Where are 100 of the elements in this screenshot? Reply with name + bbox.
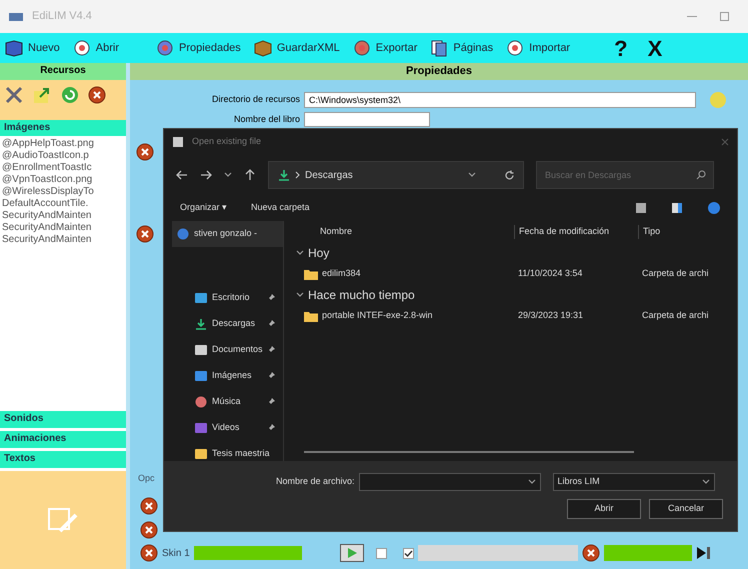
delete-icon[interactable] (136, 225, 154, 243)
user-icon (176, 228, 190, 240)
column-header[interactable]: Tipo (638, 225, 660, 239)
tools-icon[interactable] (4, 85, 24, 105)
resource-item[interactable]: @EnrollmentToastIc (2, 162, 124, 174)
search-icon (696, 170, 706, 180)
resource-item[interactable]: @AppHelpToast.png (2, 138, 124, 150)
file-row[interactable]: edilim384 11/10/2024 3:54 Carpeta de archi (296, 263, 737, 285)
book-icon (4, 39, 24, 57)
app-icon (172, 136, 184, 148)
delete-icon[interactable] (136, 143, 154, 161)
file-row[interactable]: portable INTEF-exe-2.8-win 29/3/2023 19:31 Carpeta de archi (296, 305, 737, 327)
toolbar-button[interactable]: Nuevo (4, 39, 60, 57)
nav-item[interactable]: Escritorio (172, 285, 283, 311)
play-icon (346, 547, 358, 559)
delete-icon[interactable] (140, 544, 158, 562)
organize-button[interactable]: Organizar ▾ (180, 201, 228, 215)
window-title: EdiLIM V4.4 (32, 9, 92, 24)
video-icon (194, 422, 208, 434)
toolbar-button[interactable]: Propiedades (155, 39, 241, 57)
nav-item[interactable]: Videos (172, 415, 283, 441)
back-arrow-icon[interactable] (176, 169, 188, 181)
delete-icon[interactable] (88, 86, 106, 104)
resource-item[interactable]: SecurityAndMainten (2, 234, 124, 246)
arrow-icon[interactable] (32, 85, 52, 105)
delete-icon[interactable] (140, 521, 158, 539)
document-icon (194, 344, 208, 356)
skin-label: Skin 1 (162, 546, 190, 560)
collapse-chevron-icon[interactable] (296, 292, 304, 298)
section-tab[interactable]: Imágenes (0, 120, 126, 136)
cancel-button[interactable]: Cancelar (649, 499, 723, 519)
resource-item[interactable]: SecurityAndMainten (2, 222, 124, 234)
panel-header: Recursos (0, 63, 126, 80)
resource-item[interactable]: @WirelessDisplayTo (2, 186, 124, 198)
download-icon (194, 318, 208, 330)
recent-chevron-icon[interactable] (224, 172, 232, 178)
view-icon[interactable] (635, 202, 647, 214)
dropdown-icon[interactable] (528, 479, 536, 485)
nav-item[interactable]: stiven gonzalo - (172, 221, 283, 247)
up-arrow-icon[interactable] (244, 169, 256, 181)
resource-item[interactable]: @AudioToastIcon.p (2, 150, 124, 162)
play-button[interactable] (340, 544, 364, 562)
resource-item[interactable]: DefaultAccountTile. (2, 198, 124, 210)
dialog-title: Open existing file (192, 135, 262, 148)
field-label: Nombre del libro (232, 112, 300, 126)
new-folder-button[interactable]: Nueva carpeta (251, 201, 310, 215)
nav-item[interactable]: Tesis maestria (172, 441, 283, 461)
chevron-right-icon (295, 171, 301, 179)
nav-item[interactable]: Imágenes (172, 363, 283, 389)
info-icon[interactable] (707, 201, 721, 215)
image-icon (194, 370, 208, 382)
close-button[interactable]: X (648, 32, 662, 64)
column-header[interactable]: Fecha de modificación (514, 225, 638, 239)
panel-header: Propiedades (130, 63, 748, 80)
nav-item[interactable]: Documentos (172, 337, 283, 363)
delete-icon[interactable] (140, 497, 158, 515)
book-name-field[interactable] (304, 112, 430, 127)
pin-icon (267, 294, 275, 302)
play-next-icon[interactable] (696, 546, 712, 560)
help-button[interactable]: ? (614, 32, 628, 64)
nav-item[interactable]: Descargas (172, 311, 283, 337)
section-tab[interactable]: Sonidos (0, 411, 126, 428)
path-text: Descargas (305, 168, 353, 182)
group-header[interactable]: Hace mucho tiempo (308, 286, 415, 304)
refresh-icon[interactable] (504, 170, 515, 180)
filename-field[interactable] (358, 473, 541, 491)
search-field[interactable]: Buscar en Descargas (536, 161, 714, 189)
toolbar-button[interactable]: Páginas (429, 39, 494, 57)
toolbar-button[interactable]: Exportar (352, 39, 418, 57)
dropdown-icon[interactable] (468, 172, 476, 178)
toolbar-button[interactable]: Abrir (72, 39, 120, 57)
group-header[interactable]: Hoy (308, 244, 330, 262)
options-label: Opc (138, 472, 155, 485)
checkbox[interactable] (402, 548, 414, 558)
pages-icon (429, 39, 450, 57)
download-icon (277, 169, 291, 181)
pin-icon (267, 346, 275, 354)
file-name: portable INTEF-exe-2.8-win (322, 309, 433, 322)
toolbar-button[interactable]: GuardarXML (252, 39, 340, 57)
column-header[interactable]: Nombre (296, 225, 514, 239)
checkbox[interactable] (376, 548, 387, 558)
filename-label: Nombre de archivo: (276, 475, 355, 488)
collapse-chevron-icon[interactable] (296, 250, 304, 256)
nav-item[interactable]: Música (172, 389, 283, 415)
resource-item[interactable]: @VpnToastIcon.png (2, 174, 124, 186)
directory-field[interactable]: C:\Windows\system32\ (304, 92, 696, 108)
section-tab[interactable]: Textos (0, 451, 126, 468)
pin-icon (267, 424, 275, 432)
slider-track[interactable] (418, 545, 578, 561)
delete-icon[interactable] (582, 544, 600, 562)
desktop-icon (194, 292, 208, 304)
forward-arrow-icon[interactable] (200, 169, 212, 181)
open-button[interactable]: Abrir (567, 499, 641, 519)
resource-item[interactable]: SecurityAndMainten (2, 210, 124, 222)
section-tab[interactable]: Animaciones (0, 431, 126, 448)
pane-icon[interactable] (671, 202, 683, 214)
folder-icon (304, 268, 318, 280)
address-bar[interactable]: Descargas (268, 161, 524, 189)
toolbar-button[interactable]: Importar (505, 39, 570, 57)
file-type: Carpeta de archi (641, 267, 709, 280)
